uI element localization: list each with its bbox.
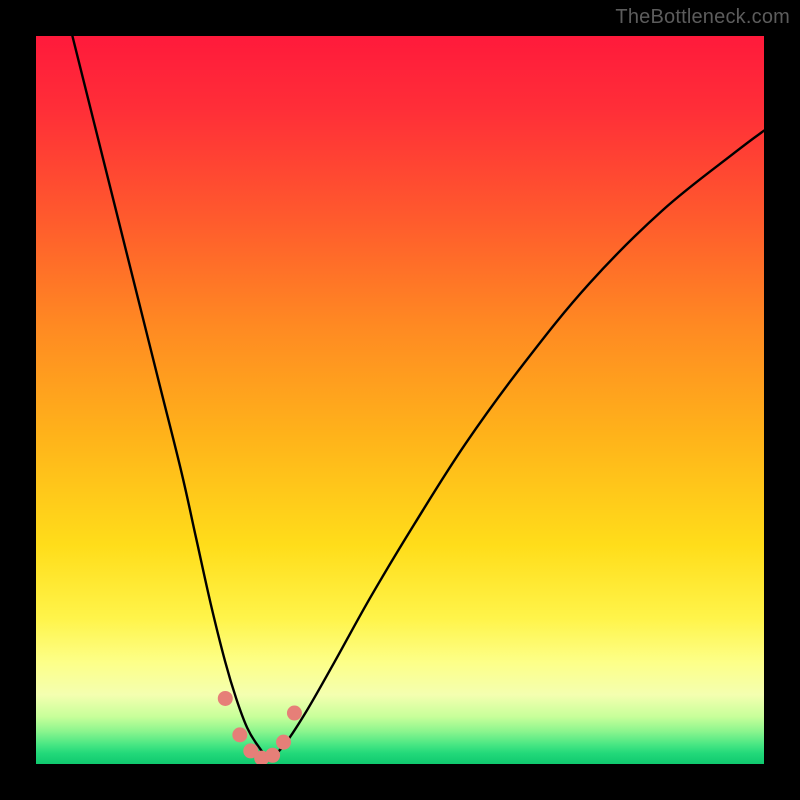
bottleneck-curve — [72, 36, 764, 757]
curve-marker — [276, 735, 291, 750]
marker-group — [218, 691, 302, 764]
chart-frame: TheBottleneck.com — [0, 0, 800, 800]
plot-area — [36, 36, 764, 764]
curve-marker — [232, 727, 247, 742]
curve-marker — [265, 748, 280, 763]
curve-marker — [218, 691, 233, 706]
curve-marker — [287, 706, 302, 721]
curve-layer — [36, 36, 764, 764]
watermark-text: TheBottleneck.com — [615, 6, 790, 29]
